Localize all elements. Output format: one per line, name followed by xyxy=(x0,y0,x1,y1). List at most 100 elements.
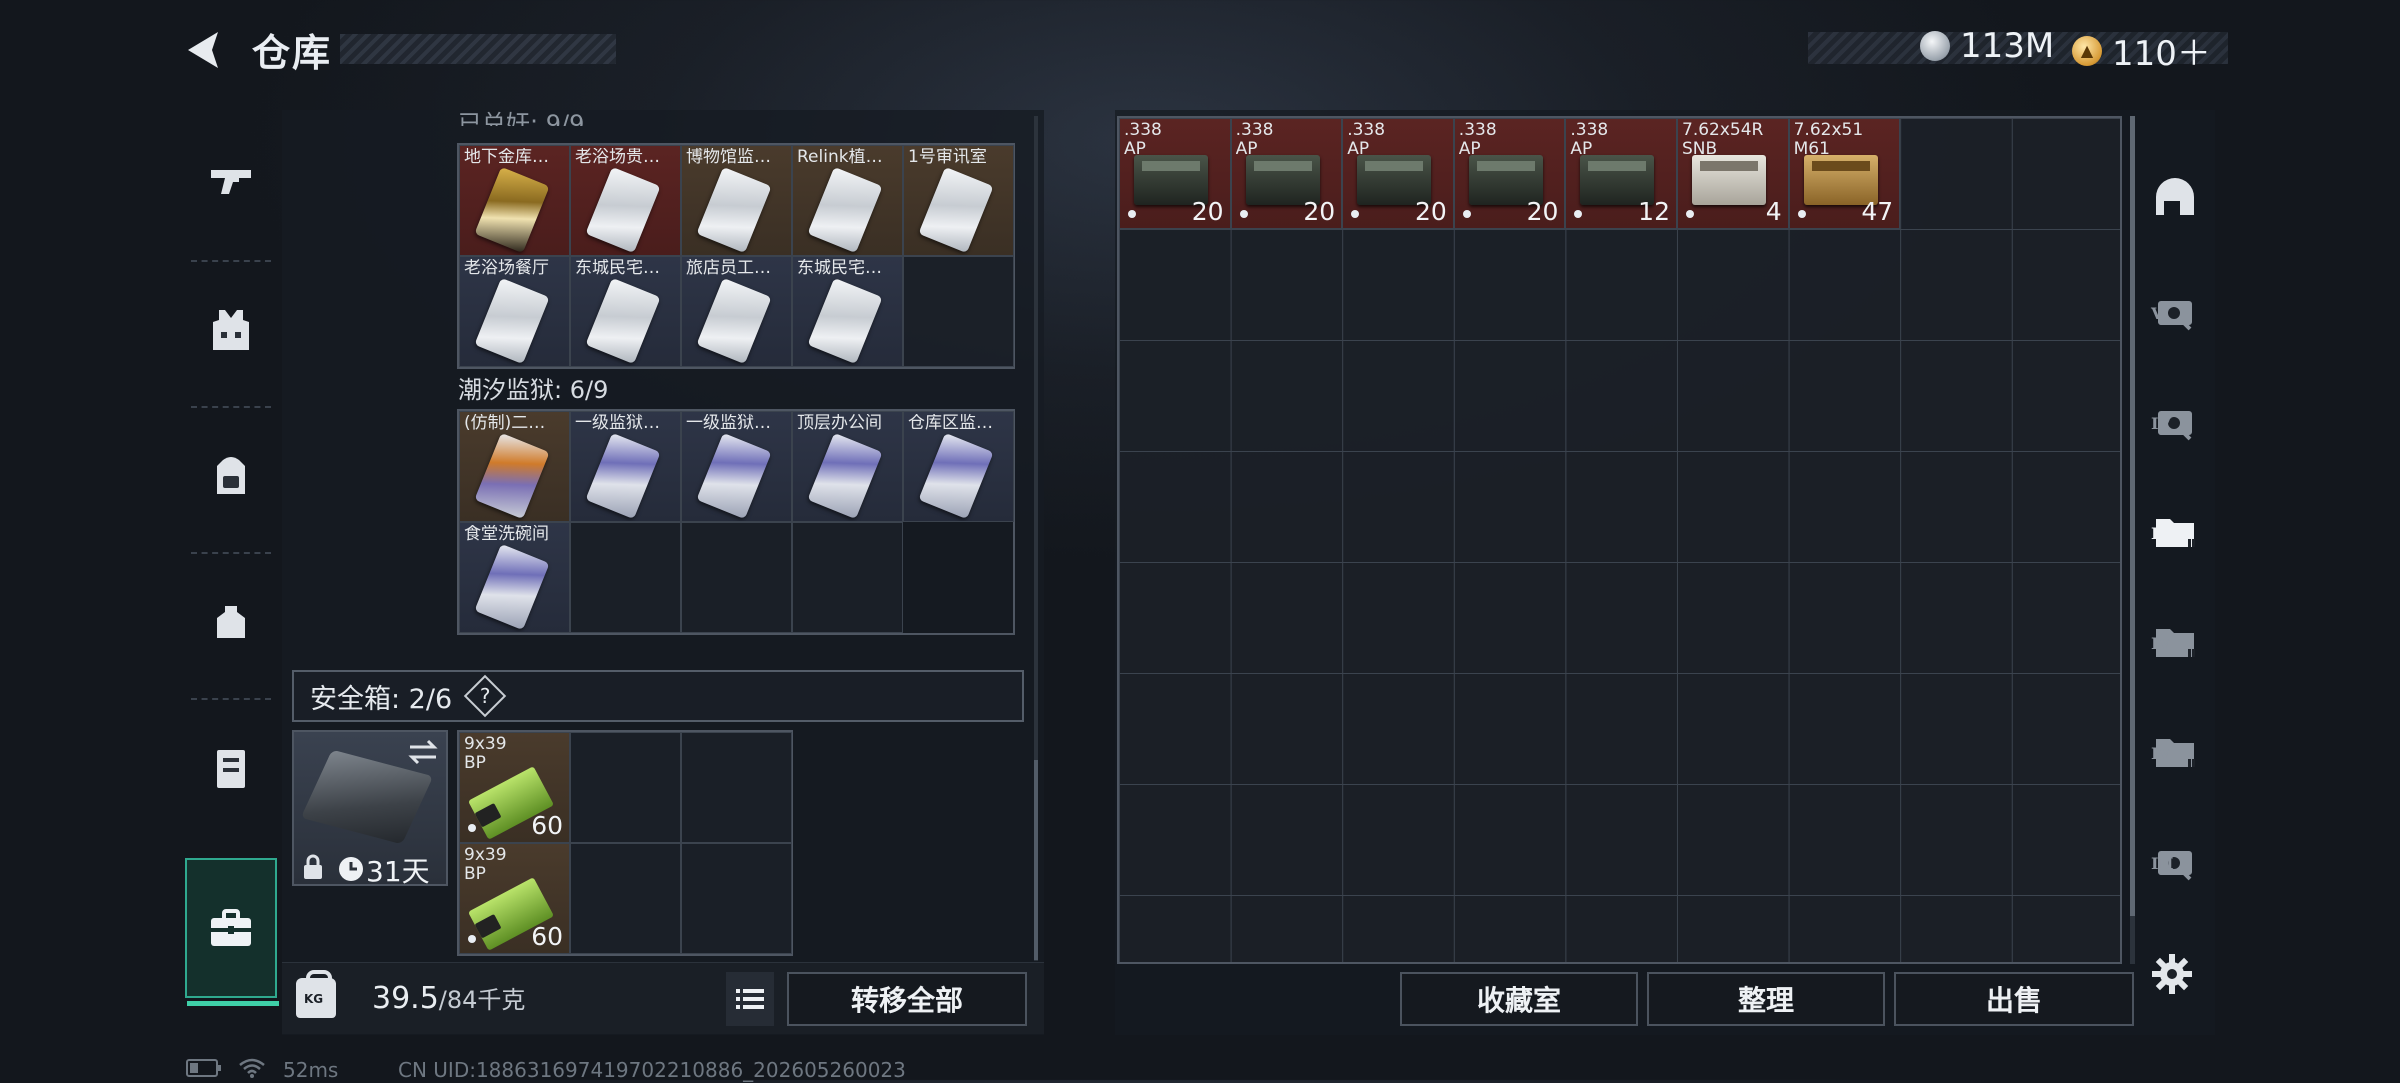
item-marker-dot xyxy=(1351,210,1360,218)
swap-icon[interactable] xyxy=(406,738,440,766)
keycard-label: Relink植… xyxy=(797,148,883,167)
ammo-slot[interactable]: 9x39 BP 60 xyxy=(459,843,570,954)
left-scrollbar-thumb[interactable] xyxy=(1034,760,1038,960)
keycard-slot[interactable]: 东城民宅… xyxy=(792,256,903,367)
sell-button[interactable]: 出售 xyxy=(1894,972,2134,1026)
transfer-all-button[interactable]: 转移全部 xyxy=(787,972,1027,1026)
stash-item[interactable]: .338 AP 20 xyxy=(1453,118,1566,229)
keycard-slot[interactable]: 顶层办公间 xyxy=(792,411,903,522)
filter-folder-tier4[interactable]: IV xyxy=(2135,480,2215,580)
ammo-label: 7.62x51 M61 xyxy=(1793,121,1864,159)
keycard-label: (仿制)二… xyxy=(464,414,546,433)
item-marker-dot xyxy=(1239,210,1248,218)
item-marker-dot xyxy=(468,935,476,943)
keycard-slot[interactable]: 博物馆监… xyxy=(681,145,792,256)
keycard-slot[interactable]: Relink植… xyxy=(792,145,903,256)
keycard-slot[interactable]: 东城民宅… xyxy=(570,256,681,367)
keycard-label: 旅店员工… xyxy=(686,259,771,278)
keycard-image xyxy=(696,277,772,365)
ammo-count: 4 xyxy=(1765,197,1782,226)
item-marker-dot xyxy=(1686,210,1694,218)
keycard-image xyxy=(807,166,883,254)
organize-button[interactable]: 整理 xyxy=(1647,972,1885,1026)
ammo-label: 9x39 BP xyxy=(464,846,507,884)
ammo-label: .338 AP xyxy=(1458,121,1497,159)
empty-slot xyxy=(681,522,792,633)
keycard-slot[interactable]: 仓库区监… xyxy=(903,411,1014,522)
briefcase-icon xyxy=(211,909,251,946)
keycard-slot[interactable]: 食堂洗碗间 xyxy=(459,522,570,633)
nav-locker[interactable] xyxy=(185,698,277,838)
collection-room-button[interactable]: 收藏室 xyxy=(1400,972,1638,1026)
keycard-image xyxy=(585,166,661,254)
ammo-count: 20 xyxy=(1414,197,1447,226)
weight-icon: KG xyxy=(296,970,336,1018)
keycard-image xyxy=(585,277,661,365)
keycard-image xyxy=(696,432,772,520)
weight-max: /84千克 xyxy=(438,986,526,1014)
filter-keycard-tier3[interactable]: III xyxy=(2135,810,2215,910)
keycard-slot[interactable]: 一级监狱… xyxy=(681,411,792,522)
group-2-header: 潮汐监狱: 6/9 xyxy=(458,376,609,404)
keycard-image xyxy=(918,166,994,254)
nav-briefcase[interactable] xyxy=(185,858,279,1006)
nav-bag[interactable] xyxy=(185,552,277,692)
silver-currency[interactable]: 113M xyxy=(1920,26,2054,66)
item-marker-dot xyxy=(468,824,476,832)
keycard-slot[interactable]: 地下金库… xyxy=(459,145,570,256)
ammo-slot[interactable]: 9x39 BP 60 xyxy=(459,732,570,843)
keycard-label: 仓库区监… xyxy=(908,414,993,433)
ammo-label: .338 AP xyxy=(1124,121,1162,159)
keycard-image xyxy=(696,166,772,254)
stash-item[interactable]: .338 AP 20 xyxy=(1119,118,1231,229)
nav-backpack[interactable] xyxy=(185,406,277,546)
keycard-label: 东城民宅… xyxy=(575,259,660,278)
filter-keycard-tier4[interactable]: IV xyxy=(2135,370,2215,470)
settings-button[interactable] xyxy=(2150,952,2194,1000)
keycard-grid-1: 地下金库… 老浴场贵… 博物馆监… Relink植… 1号审讯室 老浴场餐厅 东城民宅… 旅店… xyxy=(457,143,1015,369)
item-marker-dot xyxy=(1797,210,1806,218)
help-button[interactable]: ? xyxy=(463,674,507,718)
ping-readout: 52ms xyxy=(283,1058,339,1082)
safe-case-slot[interactable]: 31天 xyxy=(292,730,448,888)
keycard-slot[interactable]: 老浴场贵… xyxy=(570,145,681,256)
nav-weapons[interactable] xyxy=(185,110,277,250)
keycard-slot[interactable]: 旅店员工… xyxy=(681,256,792,367)
filter-folder-tier4[interactable]: IV xyxy=(2135,590,2215,690)
gold-currency[interactable]: ▲ 110＋ xyxy=(2072,26,2211,75)
keycard-slot[interactable]: 一级监狱… xyxy=(570,411,681,522)
stash-item[interactable]: .338 AP 20 xyxy=(1342,118,1454,229)
ammo-count: 20 xyxy=(1303,197,1336,226)
tier-label: IV xyxy=(2151,414,2171,433)
clock-icon xyxy=(339,857,363,881)
stash-item[interactable]: .338 AP 20 xyxy=(1230,118,1343,229)
back-button[interactable] xyxy=(178,24,230,76)
keycard-slot[interactable]: 老浴场餐厅 xyxy=(459,256,570,367)
nav-armor[interactable] xyxy=(185,260,277,400)
bag-icon xyxy=(217,606,245,638)
ammo-label: .338 AP xyxy=(1347,121,1386,159)
stash-item[interactable]: 7.62x51 M61 47 xyxy=(1788,118,1901,229)
ammo-count: 60 xyxy=(531,811,563,840)
filter-folder-tier4[interactable]: IV xyxy=(2135,700,2215,800)
filter-helmet[interactable] xyxy=(2135,150,2215,250)
keycard-label: 东城民宅… xyxy=(797,259,882,278)
battery-icon xyxy=(186,1058,222,1082)
wifi-icon xyxy=(238,1058,266,1083)
stash-item[interactable]: 7.62x54R SNB 4 xyxy=(1677,118,1789,229)
item-marker-dot xyxy=(1128,210,1136,218)
ammo-label: .338 AP xyxy=(1235,121,1274,159)
keycard-slot[interactable]: (仿制)二… xyxy=(459,411,570,522)
filter-keycard-tier5[interactable]: V xyxy=(2135,260,2215,360)
stash-item[interactable]: .338 AP 12 xyxy=(1565,118,1677,229)
keycard-image xyxy=(474,166,550,254)
tier-label: III xyxy=(2151,854,2174,873)
empty-slot xyxy=(681,732,792,843)
keycard-image xyxy=(807,277,883,365)
ammo-count: 20 xyxy=(1191,197,1224,226)
keycard-slot[interactable]: 1号审讯室 xyxy=(903,145,1014,256)
list-view-button[interactable] xyxy=(726,972,774,1026)
ammo-label: .338 AP xyxy=(1570,121,1609,159)
keycard-label: 1号审讯室 xyxy=(908,148,987,167)
keycard-image xyxy=(807,432,883,520)
